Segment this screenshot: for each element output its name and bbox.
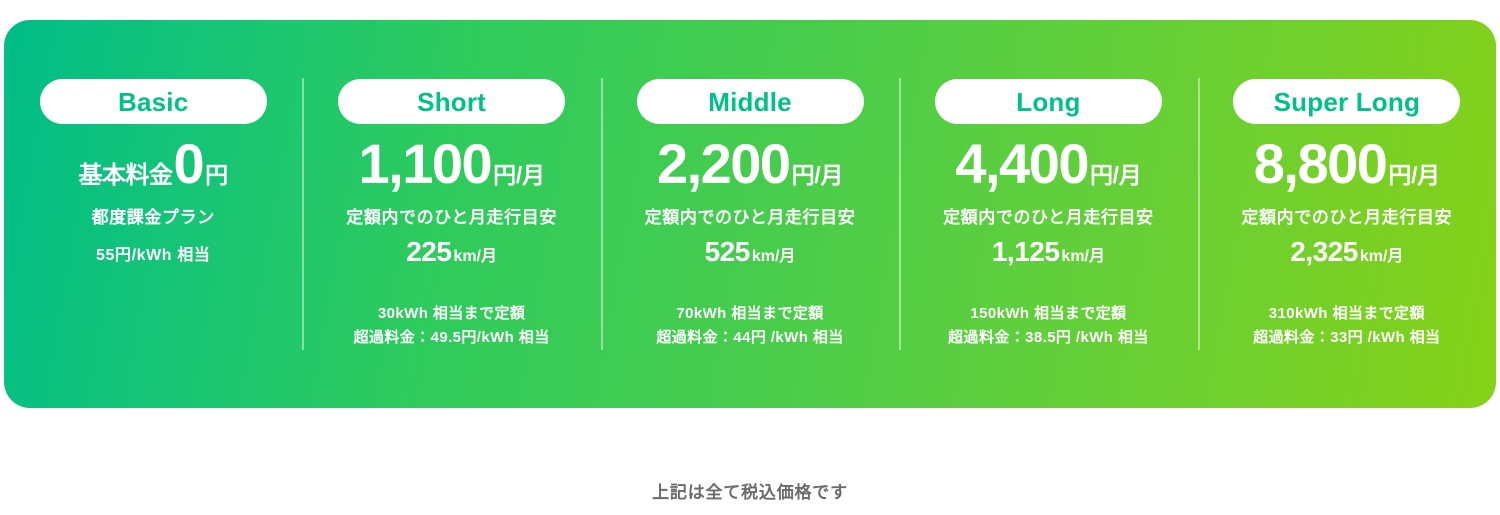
plan-badge-label: Long: [1016, 86, 1081, 117]
price-unit: 円/月: [1089, 162, 1142, 188]
plan-included-line: 150kWh 相当まで定額: [970, 305, 1127, 323]
plan-badge-short[interactable]: Short: [338, 79, 566, 124]
distance-unit: km/月: [453, 248, 497, 266]
pricing-page: Basic 基本料金 0 円 都度課金プラン 55円/kWh 相当 Short …: [0, 0, 1500, 515]
plan-distance-middle: 525 km/月: [705, 238, 796, 266]
plan-overage-line: 超過料金：44円 /kWh 相当: [656, 328, 844, 346]
plan-badge-basic[interactable]: Basic: [39, 79, 267, 124]
price-amount: 0: [173, 132, 205, 195]
plan-distance-caption: 定額内でのひと月走行目安: [346, 208, 557, 227]
price-unit: 円: [205, 162, 228, 188]
plan-distance-short: 225 km/月: [406, 238, 497, 266]
plan-badge-long[interactable]: Long: [934, 79, 1162, 124]
plan-column-middle[interactable]: Middle 2,200 円/月 定額内でのひと月走行目安 525 km/月 7…: [600, 20, 899, 408]
plan-column-short[interactable]: Short 1,100 円/月 定額内でのひと月走行目安 225 km/月 30…: [302, 20, 600, 408]
plan-column-super-long[interactable]: Super Long 8,800 円/月 定額内でのひと月走行目安 2,325 …: [1197, 20, 1496, 408]
distance-unit: km/月: [1359, 248, 1404, 266]
plan-price-super-long: 8,800 円/月: [1254, 136, 1440, 198]
plan-column-basic[interactable]: Basic 基本料金 0 円 都度課金プラン 55円/kWh 相当: [4, 20, 302, 408]
price-prefix: 基本料金: [78, 162, 174, 189]
plan-price-middle: 2,200 円/月: [657, 136, 843, 198]
plan-overage-line: 超過料金：49.5円/kWh 相当: [353, 328, 550, 346]
plan-price-basic: 基本料金 0 円: [78, 132, 229, 198]
plan-badge-super-long[interactable]: Super Long: [1233, 79, 1461, 124]
plan-distance-caption: 定額内でのひと月走行目安: [1241, 208, 1453, 227]
price-amount: 2,200: [656, 132, 791, 195]
plan-columns: Basic 基本料金 0 円 都度課金プラン 55円/kWh 相当 Short …: [4, 20, 1496, 408]
plan-badge-label: Short: [417, 86, 487, 117]
plan-included-line: 310kWh 相当まで定額: [1268, 305, 1425, 323]
price-unit: 円/月: [1388, 162, 1440, 188]
plan-badge-label: Basic: [118, 86, 189, 117]
plan-footnotes-middle: 70kWh 相当まで定額 超過料金：44円 /kWh 相当: [656, 294, 843, 349]
plan-overage-line: 超過料金：33円 /kWh 相当: [1253, 328, 1441, 346]
plan-distance-super-long: 2,325 km/月: [1290, 238, 1403, 266]
plan-included-line: 70kWh 相当まで定額: [676, 305, 824, 323]
distance-unit: km/月: [751, 248, 796, 266]
plan-footnotes-super-long: 310kWh 相当まで定額 超過料金：33円 /kWh 相当: [1253, 294, 1440, 349]
plan-footnotes-short: 30kWh 相当まで定額 超過料金：49.5円/kWh 相当: [354, 294, 550, 349]
plan-badge-middle[interactable]: Middle: [636, 79, 864, 124]
distance-unit: km/月: [1061, 248, 1105, 266]
plan-footnotes-long: 150kWh 相当まで定額 超過料金：38.5円 /kWh 相当: [948, 294, 1149, 349]
plan-equivalent-rate-basic: 55円/kWh 相当: [95, 247, 211, 265]
price-unit: 円/月: [493, 162, 545, 188]
distance-value: 225: [406, 236, 452, 268]
price-amount: 4,400: [955, 132, 1089, 195]
plan-price-short: 1,100 円/月: [359, 136, 545, 198]
price-unit: 円/月: [791, 162, 844, 188]
plan-price-long: 4,400 円/月: [955, 136, 1141, 198]
plan-column-long[interactable]: Long 4,400 円/月 定額内でのひと月走行目安 1,125 km/月 1…: [899, 20, 1197, 408]
plan-distance-caption: 定額内でのひと月走行目安: [943, 208, 1154, 227]
plan-distance-caption: 定額内でのひと月走行目安: [644, 208, 856, 227]
distance-value: 2,325: [1290, 236, 1358, 268]
plan-included-line: 30kWh 相当まで定額: [377, 305, 526, 323]
pricing-card: Basic 基本料金 0 円 都度課金プラン 55円/kWh 相当 Short …: [4, 20, 1496, 408]
plan-badge-label: Super Long: [1273, 86, 1421, 117]
distance-value: 1,125: [991, 236, 1060, 268]
tax-included-note: 上記は全て税込価格です: [652, 483, 848, 502]
distance-value: 525: [704, 236, 751, 268]
plan-overage-line: 超過料金：38.5円 /kWh 相当: [948, 328, 1149, 346]
plan-badge-label: Middle: [708, 86, 792, 117]
price-amount: 1,100: [358, 132, 493, 195]
price-amount: 8,800: [1253, 132, 1388, 195]
plan-distance-long: 1,125 km/月: [992, 238, 1105, 266]
plan-note-basic: 都度課金プラン: [91, 208, 215, 227]
